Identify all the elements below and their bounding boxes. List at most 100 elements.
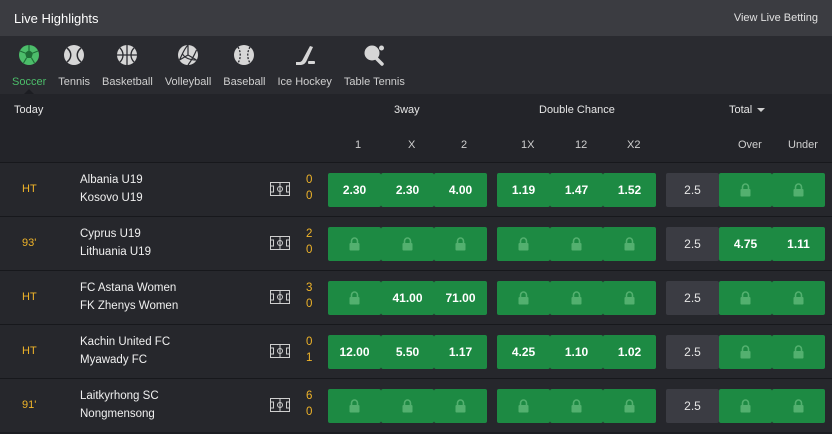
lock-icon (518, 291, 529, 305)
col-over-label: Over (738, 139, 762, 151)
odds-3way-1-locked[interactable] (328, 281, 381, 315)
lock-icon (518, 237, 529, 251)
odds-3way-x[interactable]: 41.00 (381, 281, 434, 315)
tab-label: Baseball (223, 76, 266, 88)
odds-3way-2[interactable]: 4.00 (434, 173, 487, 207)
odds-3way-x-locked[interactable] (381, 389, 434, 423)
pitch-icon[interactable] (270, 236, 290, 255)
tab-table-tennis[interactable]: Table Tennis (338, 36, 411, 94)
odds-3way-2[interactable]: 71.00 (434, 281, 487, 315)
home-score: 2 (306, 228, 313, 240)
odds-double-x2[interactable]: 1.02 (603, 335, 656, 369)
pitch-icon[interactable] (270, 182, 290, 201)
odds-total-over-locked[interactable] (719, 335, 772, 369)
odds-double-1x-locked[interactable] (497, 389, 550, 423)
odds-double-1x-locked[interactable] (497, 227, 550, 261)
away-team: Kosovo U19 (80, 192, 143, 204)
tab-label: Tennis (58, 76, 91, 88)
match-row[interactable]: HT Albania U19 Kosovo U19 0 0 2.30 2.30 4.00 1.1… (0, 162, 832, 216)
odds-double-12-locked[interactable] (550, 389, 603, 423)
odds-3way-2-locked[interactable] (434, 227, 487, 261)
odds-3way-x[interactable]: 5.50 (381, 335, 434, 369)
lock-icon (793, 399, 804, 413)
home-team: Cyprus U19 (80, 228, 141, 240)
match-time: HT (22, 183, 37, 195)
odds-total-under-locked[interactable] (772, 335, 825, 369)
col-under-label: Under (788, 139, 818, 151)
odds-3way-1[interactable]: 2.30 (328, 173, 381, 207)
caret-down-icon (757, 108, 766, 113)
odds-double-x2-locked[interactable] (603, 389, 656, 423)
pitch-icon[interactable] (270, 344, 290, 363)
lock-icon (624, 291, 635, 305)
market-header: Today 3way Double Chance Total 1 X 2 1X … (0, 94, 832, 162)
odds-double-1x[interactable]: 1.19 (497, 173, 550, 207)
odds-double-12-locked[interactable] (550, 227, 603, 261)
odds-total-under[interactable]: 1.11 (772, 227, 825, 261)
lock-icon (793, 291, 804, 305)
view-live-betting-link[interactable]: View Live Betting (734, 12, 818, 24)
odds-3way-x[interactable]: 2.30 (381, 173, 434, 207)
home-score: 6 (306, 390, 313, 402)
match-row[interactable]: HT FC Astana Women FK Zhenys Women 3 0 41.00 7… (0, 270, 832, 324)
pitch-icon[interactable] (270, 290, 290, 309)
odds-3way-2[interactable]: 1.17 (434, 335, 487, 369)
odds-double-1x-locked[interactable] (497, 281, 550, 315)
odds-3way-2-locked[interactable] (434, 389, 487, 423)
odds-double-1x[interactable]: 4.25 (497, 335, 550, 369)
match-time: HT (22, 345, 37, 357)
odds-total-under-locked[interactable] (772, 281, 825, 315)
away-team: FK Zhenys Women (80, 300, 179, 312)
lock-icon (455, 399, 466, 413)
market-double-chance-label: Double Chance (539, 104, 615, 116)
home-score: 3 (306, 282, 313, 294)
odds-total-over-locked[interactable] (719, 389, 772, 423)
tab-basketball[interactable]: Basketball (96, 36, 159, 94)
home-team: FC Astana Women (80, 282, 177, 294)
col-1x-label: 1X (521, 139, 535, 151)
tab-label: Volleyball (164, 76, 212, 88)
odds-double-x2[interactable]: 1.52 (603, 173, 656, 207)
tab-baseball[interactable]: Baseball (217, 36, 271, 94)
match-time: HT (22, 291, 37, 303)
match-row[interactable]: 93' Cyprus U19 Lithuania U19 2 0 2.5 4.75 1.11 (0, 216, 832, 270)
away-score: 0 (306, 190, 313, 202)
tab-label: Table Tennis (343, 76, 405, 88)
match-row[interactable]: 91' Laitkyrhong SC Nongmensong 6 0 2.5 (0, 378, 832, 432)
match-row[interactable]: HT Kachin United FC Myawady FC 0 1 12.00 5.50 1… (0, 324, 832, 378)
col-x2-label: X2 (627, 139, 641, 151)
odds-total-over-locked[interactable] (719, 281, 772, 315)
odds-total-over-locked[interactable] (719, 173, 772, 207)
odds-total-under-locked[interactable] (772, 389, 825, 423)
market-3way-label: 3way (394, 104, 420, 116)
odds-double-x2-locked[interactable] (603, 227, 656, 261)
total-line: 2.5 (666, 227, 719, 261)
tab-volleyball[interactable]: Volleyball (159, 36, 217, 94)
odds-3way-1-locked[interactable] (328, 389, 381, 423)
total-dropdown[interactable]: Total (729, 104, 766, 116)
odds-double-x2-locked[interactable] (603, 281, 656, 315)
tab-label: Ice Hockey (277, 76, 332, 88)
total-line: 2.5 (666, 281, 719, 315)
tab-ice-hockey[interactable]: Ice Hockey (272, 36, 338, 94)
odds-3way-1-locked[interactable] (328, 227, 381, 261)
odds-double-12[interactable]: 1.47 (550, 173, 603, 207)
odds-total-under-locked[interactable] (772, 173, 825, 207)
odds-total-over[interactable]: 4.75 (719, 227, 772, 261)
tab-tennis[interactable]: Tennis (52, 36, 96, 94)
home-team: Kachin United FC (80, 336, 171, 348)
lock-icon (740, 291, 751, 305)
odds-double-12[interactable]: 1.10 (550, 335, 603, 369)
away-team: Myawady FC (80, 354, 148, 366)
odds-3way-1[interactable]: 12.00 (328, 335, 381, 369)
odds-3way-x-locked[interactable] (381, 227, 434, 261)
match-time: 93' (22, 237, 37, 249)
lock-icon (455, 237, 466, 251)
total-line: 2.5 (666, 335, 719, 369)
away-score: 0 (306, 244, 313, 256)
odds-double-12-locked[interactable] (550, 281, 603, 315)
away-team: Lithuania U19 (80, 246, 151, 258)
tab-soccer[interactable]: Soccer (6, 36, 52, 94)
col-x-label: X (408, 139, 416, 151)
pitch-icon[interactable] (270, 398, 290, 417)
